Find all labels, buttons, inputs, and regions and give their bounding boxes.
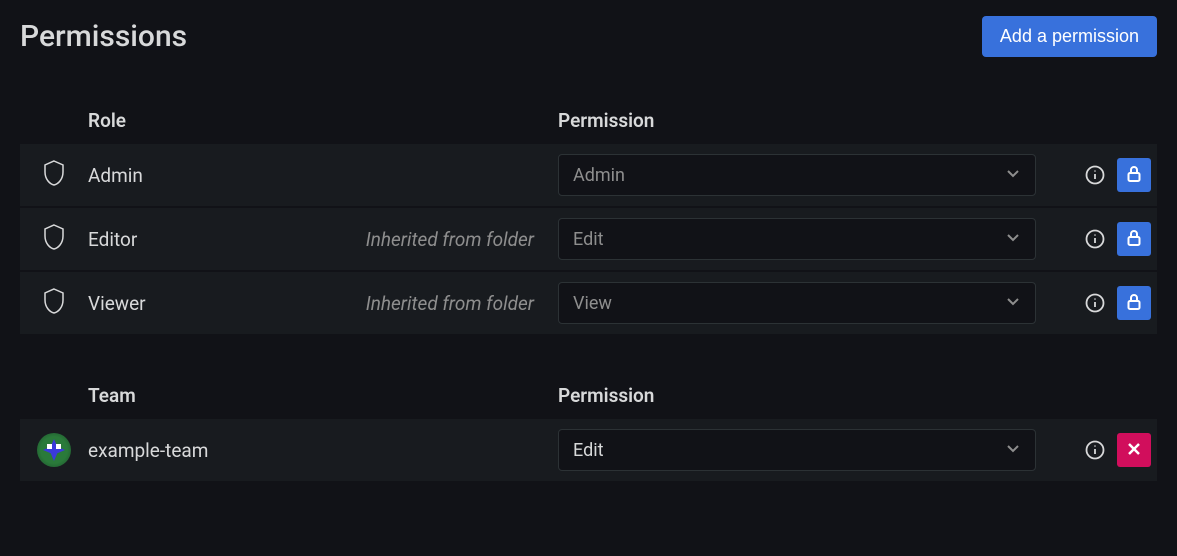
column-team-header: Team xyxy=(88,384,136,407)
lock-icon xyxy=(1126,293,1142,314)
permission-select[interactable]: View xyxy=(558,282,1036,324)
role-row: Admin Admin xyxy=(20,144,1157,208)
lock-button xyxy=(1117,286,1151,320)
permission-value: Edit xyxy=(573,440,603,461)
lock-icon xyxy=(1126,165,1142,186)
team-name: example-team xyxy=(88,439,208,462)
chevron-down-icon xyxy=(1005,165,1021,186)
inherited-label: Inherited from folder xyxy=(366,292,534,315)
permission-select[interactable]: Admin xyxy=(558,154,1036,196)
role-name: Editor xyxy=(88,228,137,251)
roles-section: Role Permission Admin Admin xyxy=(20,109,1157,336)
role-row: Editor Inherited from folder Edit xyxy=(20,208,1157,272)
info-icon[interactable] xyxy=(1085,229,1105,249)
column-permission-header: Permission xyxy=(558,384,654,407)
roles-header-row: Role Permission xyxy=(20,109,1157,144)
add-permission-button[interactable]: Add a permission xyxy=(982,16,1157,57)
chevron-down-icon xyxy=(1005,293,1021,314)
permission-value: Admin xyxy=(573,165,625,186)
teams-section: Team Permission example-team Edit xyxy=(20,384,1157,483)
page-title: Permissions xyxy=(20,19,187,54)
lock-button xyxy=(1117,222,1151,256)
shield-icon xyxy=(42,287,66,319)
teams-header-row: Team Permission xyxy=(20,384,1157,419)
shield-icon xyxy=(42,159,66,191)
team-row: example-team Edit xyxy=(20,419,1157,483)
close-icon xyxy=(1127,442,1141,459)
shield-icon xyxy=(42,223,66,255)
team-avatar xyxy=(37,433,71,467)
column-role-header: Role xyxy=(88,109,126,132)
role-row: Viewer Inherited from folder View xyxy=(20,272,1157,336)
permission-value: Edit xyxy=(573,229,603,250)
inherited-label: Inherited from folder xyxy=(366,228,534,251)
role-name: Admin xyxy=(88,164,143,187)
permission-select[interactable]: Edit xyxy=(558,429,1036,471)
permission-select[interactable]: Edit xyxy=(558,218,1036,260)
column-permission-header: Permission xyxy=(558,109,654,132)
permission-value: View xyxy=(573,293,612,314)
chevron-down-icon xyxy=(1005,440,1021,461)
info-icon[interactable] xyxy=(1085,165,1105,185)
role-name: Viewer xyxy=(88,292,146,315)
page-header: Permissions Add a permission xyxy=(20,16,1157,57)
delete-button[interactable] xyxy=(1117,433,1151,467)
info-icon[interactable] xyxy=(1085,293,1105,313)
chevron-down-icon xyxy=(1005,229,1021,250)
lock-button xyxy=(1117,158,1151,192)
lock-icon xyxy=(1126,229,1142,250)
info-icon[interactable] xyxy=(1085,440,1105,460)
